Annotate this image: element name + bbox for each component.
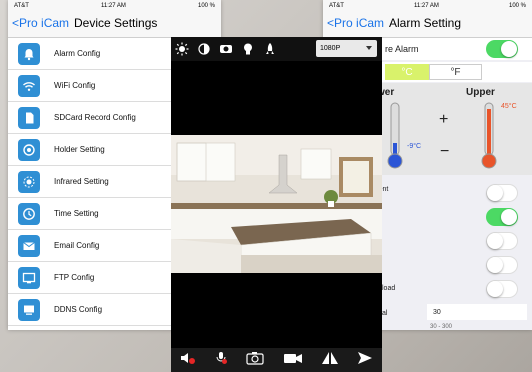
status-bar: AT&T 11:27 AM 100 %	[8, 0, 221, 12]
sdcard-icon	[18, 106, 40, 129]
fahrenheit-option[interactable]: °F	[429, 64, 482, 80]
lower-value: -9°C	[407, 143, 422, 150]
settings-item-label: Alarm Config	[54, 49, 101, 58]
chevron-down-icon	[366, 46, 372, 50]
camera-toolbar: 1080P	[171, 37, 382, 61]
settings-item-label: Infrared Setting	[54, 177, 109, 186]
nav-bar: <Pro iCam Device Settings	[8, 12, 221, 38]
settings-item-label: SDCard Record Config	[54, 113, 136, 122]
back-button[interactable]: <Pro iCam	[12, 16, 69, 30]
option-toggle-4[interactable]	[486, 256, 518, 274]
rocket-icon[interactable]	[259, 39, 281, 59]
celsius-option[interactable]: °C	[385, 64, 429, 80]
send-icon[interactable]	[357, 351, 373, 370]
email-icon	[18, 234, 40, 257]
resolution-select[interactable]: 1080P	[316, 40, 377, 57]
increase-button[interactable]: +	[439, 111, 448, 129]
temperature-alarm-label: re Alarm	[385, 44, 419, 54]
carrier: AT&T	[14, 3, 29, 9]
option-toggle-3[interactable]	[486, 232, 518, 250]
camera-snapshot-icon[interactable]	[246, 351, 264, 370]
upload-toggle[interactable]	[486, 280, 518, 298]
contrast-icon[interactable]	[193, 39, 215, 59]
back-button[interactable]: <Pro iCam	[327, 16, 384, 30]
resolution-value: 1080P	[320, 45, 341, 52]
upload-label: load	[382, 285, 396, 292]
settings-item-label: WiFi Config	[54, 81, 96, 90]
interval-range-hint: 30 - 300	[430, 324, 453, 330]
clock: 11:27 AM	[100, 3, 126, 9]
settings-item-label: Time Setting	[54, 209, 99, 218]
alarm-bell-icon	[18, 42, 40, 65]
settings-item-label: DDNS Config	[54, 305, 103, 314]
clock: 11:27 AM	[413, 3, 439, 9]
battery: 100 %	[508, 3, 526, 9]
battery: 100 %	[197, 3, 215, 9]
flip-icon[interactable]	[215, 39, 237, 59]
management-toggle[interactable]	[486, 184, 518, 202]
status-bar: AT&T 11:27 AM 100 %	[323, 0, 532, 12]
settings-item-label: Holder Setting	[54, 145, 105, 154]
brightness-icon[interactable]	[171, 39, 193, 59]
interval-label: al	[382, 310, 388, 317]
infrared-icon	[18, 170, 40, 193]
interval-input[interactable]: 30	[427, 304, 527, 320]
back-label: Pro iCam	[334, 16, 385, 30]
holder-target-icon	[18, 138, 40, 161]
mirror-icon[interactable]	[321, 351, 339, 370]
camera-controls	[171, 348, 382, 372]
settings-item-label: FTP Config	[54, 273, 95, 282]
clock-icon	[18, 202, 40, 225]
temperature-alarm-toggle[interactable]	[486, 40, 518, 58]
ftp-icon	[18, 266, 40, 289]
upper-label: Upper	[466, 87, 495, 98]
lower-thermometer-icon[interactable]	[385, 101, 405, 171]
settings-item-label: Email Config	[54, 241, 100, 250]
upper-thermometer-icon[interactable]	[479, 101, 499, 171]
page-title: Alarm Setting	[389, 16, 462, 30]
upper-value: 45°C	[501, 103, 517, 110]
ddns-icon	[18, 298, 40, 321]
video-frame[interactable]	[171, 135, 382, 273]
back-label: Pro iCam	[19, 16, 70, 30]
speaker-mute-icon[interactable]	[180, 351, 196, 370]
video-record-icon[interactable]	[283, 351, 303, 370]
decrease-button[interactable]: −	[440, 143, 449, 161]
page-title: Device Settings	[74, 16, 158, 30]
nav-bar: <Pro iCam Alarm Setting	[323, 12, 532, 38]
wifi-icon	[18, 74, 40, 97]
bulb-icon[interactable]	[237, 39, 259, 59]
microphone-icon[interactable]	[214, 351, 228, 370]
carrier: AT&T	[329, 3, 344, 9]
option-toggle-2[interactable]	[486, 208, 518, 226]
camera-live-view: 1080P	[171, 37, 382, 372]
